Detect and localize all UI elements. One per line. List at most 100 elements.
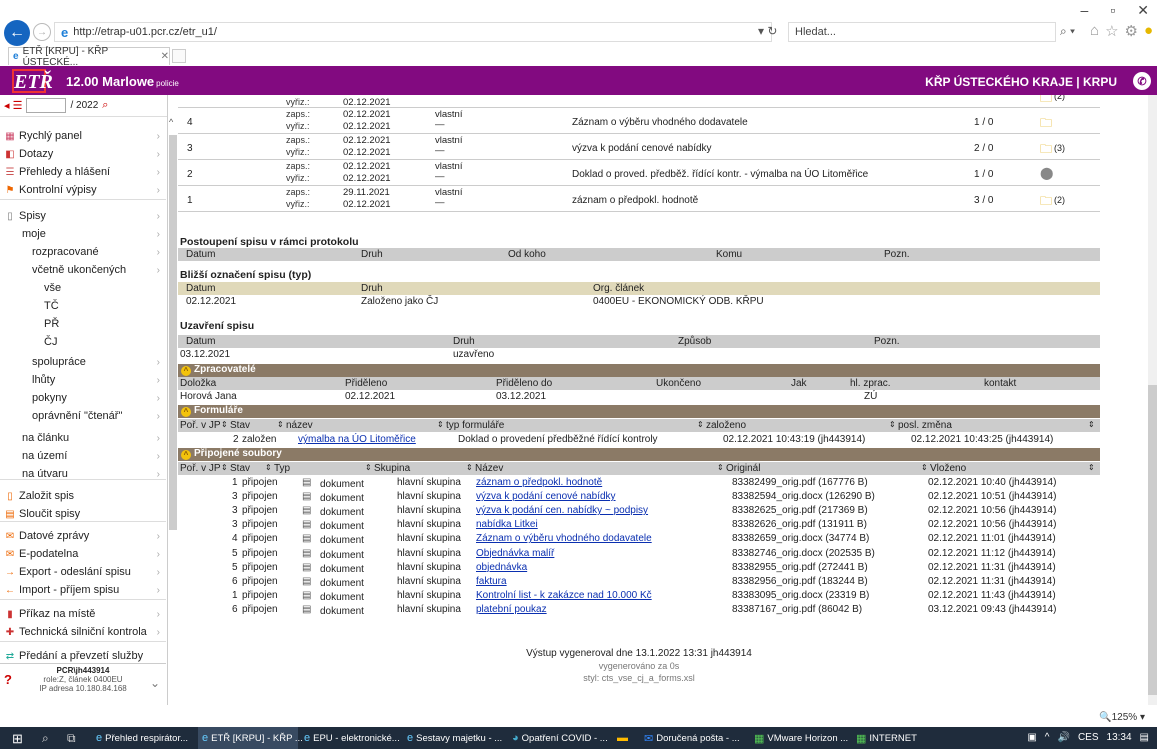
sidebar-item[interactable]: na území › (0, 447, 166, 465)
sort-icon[interactable]: ⇕ (221, 463, 228, 472)
column-header[interactable]: Název (475, 463, 503, 474)
file-link[interactable]: nabídka Litkei (476, 519, 538, 530)
collapse-icon[interactable]: ^ (181, 366, 191, 376)
scroll-thumb[interactable] (169, 135, 177, 530)
sidebar-item[interactable]: moje › (0, 225, 166, 243)
minimize-icon[interactable]: – (1081, 2, 1089, 19)
file-link[interactable]: Objednávka malíř (476, 548, 554, 559)
sort-icon[interactable]: ⇕ (466, 463, 473, 472)
taskbar-item[interactable]: e Přehled respirátor... (92, 727, 196, 749)
table-row[interactable]: 3 připojen ▤ dokument hlavní skupina výzva k … (178, 504, 1100, 518)
restore-icon[interactable]: ▫ (1110, 2, 1115, 19)
column-header[interactable]: založeno (706, 420, 746, 431)
sidebar-item[interactable]: ▯ Spisy › (0, 207, 166, 225)
sort-icon[interactable]: ⇕ (889, 420, 896, 429)
table-row[interactable]: 4 zaps.: 02.12.2021 vyřiz.: 02.12.2021 vlastn… (178, 108, 1100, 134)
task-view-icon[interactable]: ⧉ (67, 731, 76, 746)
document-icon[interactable]: ▤ (302, 519, 311, 530)
sidebar-item[interactable]: PŘ (0, 315, 166, 333)
smiley-icon[interactable]: ● (1144, 22, 1153, 40)
column-header[interactable]: Poř. v JP (180, 420, 221, 431)
browser-tab[interactable]: e ETŘ [KRPU] - KŘP ÚSTECKÉ... ✕ (8, 46, 170, 68)
zoom-level[interactable]: 🔍125% ▾ (1099, 712, 1145, 723)
sort-icon[interactable]: ⇕ (277, 420, 284, 429)
chevron-down-icon[interactable]: ⌄ (150, 676, 160, 690)
close-tab-icon[interactable]: ✕ (161, 51, 169, 62)
forward-button[interactable]: → (33, 23, 51, 41)
windows-start-icon[interactable]: ⊞ (12, 731, 23, 747)
address-bar[interactable]: e http://etrap-u01.pcr.cz/etr_u1/ (54, 22, 772, 42)
gear-icon[interactable]: ⚙ (1125, 22, 1138, 40)
taskbar-item[interactable]: ◕ Opatření COVID - ... (508, 727, 610, 749)
sidebar-item[interactable]: lhůty › (0, 371, 166, 389)
folder-icon[interactable]: 🗀 (1040, 114, 1052, 135)
table-row[interactable]: 3 připojen ▤ dokument hlavní skupina nabídka … (178, 518, 1100, 532)
sidebar-item[interactable]: ▮ Příkaz na místě › (0, 605, 166, 623)
sort-icon[interactable]: ⇕ (717, 463, 724, 472)
table-row[interactable]: 3 připojen ▤ dokument hlavní skupina výzva k … (178, 490, 1100, 504)
search-icon[interactable]: ⌕ (102, 99, 108, 112)
column-header[interactable]: Skupina (374, 463, 410, 474)
sort-icon[interactable]: ⇕ (1088, 463, 1095, 472)
back-button[interactable]: ← (4, 20, 30, 46)
column-header[interactable]: typ formuláře (446, 420, 504, 431)
sidebar-item[interactable]: ← Import - příjem spisu › (0, 581, 166, 599)
file-link[interactable]: platební poukaz (476, 604, 547, 615)
column-header[interactable]: Poř. v JP (180, 463, 221, 474)
file-link[interactable]: faktura (476, 576, 507, 587)
document-icon[interactable]: ▤ (302, 491, 311, 502)
document-icon[interactable]: ▤ (302, 533, 311, 544)
close-icon[interactable]: ✕ (1137, 2, 1149, 19)
collapse-icon[interactable]: ^ (181, 407, 191, 417)
chevron-up-icon[interactable]: ^ (169, 117, 173, 127)
sort-icon[interactable]: ⇕ (265, 463, 272, 472)
table-row[interactable]: 5 připojen ▤ dokument hlavní skupina objednáv… (178, 561, 1100, 575)
table-row[interactable]: 1 připojen ▤ dokument hlavní skupina záznam o… (178, 476, 1100, 490)
new-tab-button[interactable] (172, 49, 186, 63)
folder-icon[interactable]: 🗀 (1040, 192, 1052, 213)
table-row[interactable]: 5 připojen ▤ dokument hlavní skupina Objednáv… (178, 547, 1100, 561)
search-input[interactable]: Hledat... (788, 22, 1056, 42)
table-row[interactable]: 4 připojen ▤ dokument hlavní skupina Záznam o… (178, 532, 1100, 546)
taskbar-item[interactable]: ▦ INTERNET (852, 727, 942, 749)
file-link[interactable]: záznam o předpokl. hodnotě (476, 477, 602, 488)
table-row[interactable]: 1 připojen ▤ dokument hlavní skupina Kontroln… (178, 589, 1100, 603)
search-icon[interactable]: ⌕ ▾ (1060, 24, 1075, 39)
table-row[interactable]: 6 připojen ▤ dokument hlavní skupina faktura 8… (178, 575, 1100, 589)
sort-icon[interactable]: ⇕ (921, 463, 928, 472)
sort-icon[interactable]: ⇕ (697, 420, 704, 429)
notification-icon[interactable]: ▤ (1140, 732, 1149, 743)
sort-icon[interactable]: ⇕ (365, 463, 372, 472)
column-header[interactable]: Originál (726, 463, 760, 474)
file-link[interactable]: objednávka (476, 562, 527, 573)
network-icon[interactable]: ▣ (1027, 732, 1036, 743)
sort-icon[interactable]: ⇕ (437, 420, 444, 429)
formulare-band[interactable]: ^ Formuláře (178, 405, 1100, 418)
scroll-thumb[interactable] (1148, 385, 1157, 695)
sidebar-item[interactable]: ČJ (0, 333, 166, 351)
sort-icon[interactable]: ⇕ (1088, 420, 1095, 429)
sidebar-scrollbar[interactable]: ^ (168, 117, 178, 705)
zpracovatele-band[interactable]: ^ Zpracovatelé (178, 364, 1100, 377)
document-icon[interactable]: ▤ (302, 505, 311, 516)
table-row[interactable]: 6 připojen ▤ dokument hlavní skupina platební… (178, 603, 1100, 617)
sidebar-item[interactable]: ✉ E-podatelna › (0, 545, 166, 563)
column-header[interactable]: Stav (230, 420, 250, 431)
folder-icon[interactable]: 🗀 (1040, 140, 1052, 161)
sidebar-item[interactable]: na útvaru › (0, 465, 166, 483)
column-header[interactable]: posl. změna (898, 420, 952, 431)
taskbar-item[interactable]: ▬ (613, 727, 637, 749)
file-link[interactable]: Kontrolní list - k zakázce nad 10.000 Kč (476, 590, 652, 601)
sidebar-item[interactable]: ⚑ Kontrolní výpisy › (0, 181, 166, 199)
sidebar-item[interactable]: ◧ Dotazy › (0, 145, 166, 163)
file-link[interactable]: výzva k podání cenové nabídky (476, 491, 616, 502)
taskbar-item[interactable]: ✉ Doručená pošta - ... (640, 727, 748, 749)
document-icon[interactable]: ▤ (302, 562, 311, 573)
file-link[interactable]: Záznam o výběru vhodného dodavatele (476, 533, 652, 544)
sidebar-item[interactable]: na článku › (0, 429, 166, 447)
sidebar-item[interactable]: → Export - odeslání spisu › (0, 563, 166, 581)
sidebar-item[interactable]: ▦ Rychlý panel › (0, 127, 166, 145)
document-icon[interactable]: ▤ (302, 576, 311, 587)
sidebar-item[interactable]: ✚ Technická silniční kontrola › (0, 623, 166, 641)
help-icon[interactable]: ? (4, 672, 12, 687)
